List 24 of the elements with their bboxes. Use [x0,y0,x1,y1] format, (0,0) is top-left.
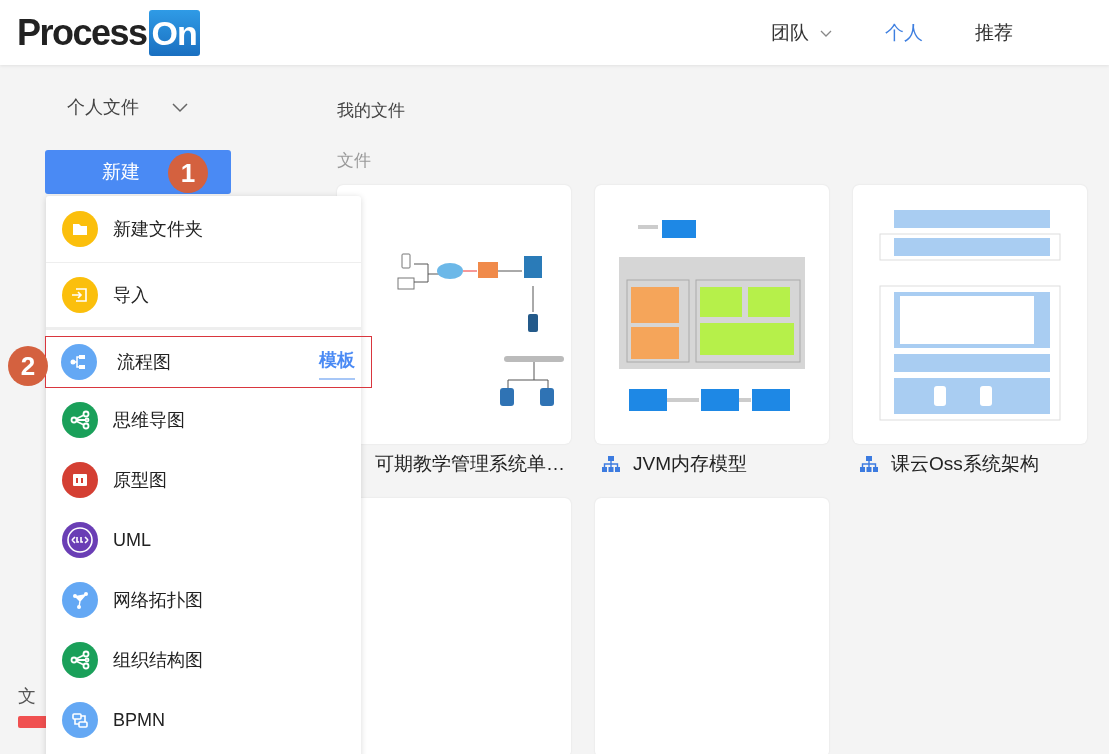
file-title[interactable]: 课云Oss系统架构 [891,451,1039,477]
section-dropdown[interactable]: 个人文件 [67,95,189,119]
nav-tab[interactable]: 团队 [771,19,833,46]
file-title[interactable]: 可期教学管理系统单… [375,451,565,477]
nav-tab[interactable]: 推荐 [975,19,1013,46]
menu-item[interactable]: 网络拓扑图 [46,570,361,630]
chevron-down-icon [171,101,189,113]
step-badge: 2 [8,346,48,386]
file-card[interactable] [595,185,829,444]
files-label: 文 [18,685,37,708]
menu-item[interactable]: 导入 [46,263,361,330]
menu-item[interactable]: 思维导图 [46,390,361,450]
menu-item[interactable]: BPMN [46,690,361,750]
logo-badge: On [148,9,200,56]
file-card[interactable] [853,185,1087,444]
nav-tab[interactable]: 个人 [885,19,923,46]
menu-item[interactable]: 新建文件夹 [46,196,361,263]
menu-item[interactable]: 组织结构图 [46,630,361,690]
menu-item[interactable]: UML [46,510,361,570]
menu-item[interactable]: 原型图 [46,450,361,510]
file-title[interactable]: JVM内存模型 [633,451,747,477]
section-label: 文件 [337,150,372,172]
logo-text: Process [17,11,147,54]
page-title: 我的文件 [337,100,406,122]
